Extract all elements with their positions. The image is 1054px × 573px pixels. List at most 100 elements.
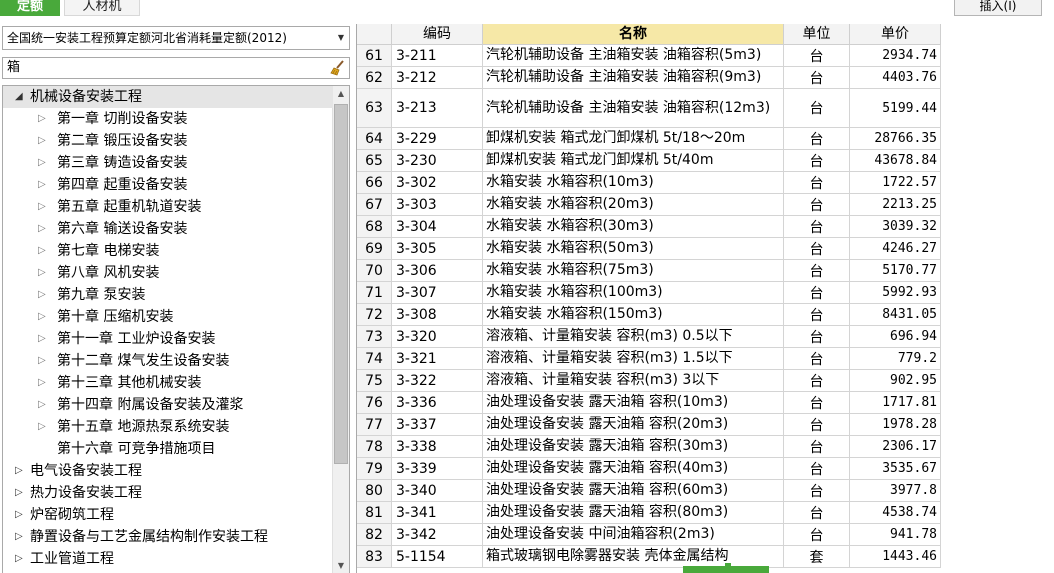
tree-item-chapter[interactable]: ▷ 第九章 泵安装 <box>3 284 333 306</box>
name-cell-text: 油处理设备安装 露天油箱 容积(80m3) <box>486 504 729 520</box>
table-row[interactable]: 74 3-321 溶液箱、计量箱安装 容积(m3) 1.5以下 台 779.2 <box>357 348 941 370</box>
collapsed-arrow-icon[interactable]: ▷ <box>38 108 46 130</box>
broom-clear-icon[interactable] <box>330 60 346 76</box>
dropdown-arrow-icon[interactable]: ▼ <box>335 27 347 49</box>
tree-item-chapter[interactable]: ▷ 第三章 铸造设备安装 <box>3 152 333 174</box>
table-row[interactable]: 73 3-320 溶液箱、计量箱安装 容积(m3) 0.5以下 台 696.94 <box>357 326 941 348</box>
table-row[interactable]: 69 3-305 水箱安装 水箱容积(50m3) 台 4246.27 <box>357 238 941 260</box>
horizontal-scroll-indicator[interactable] <box>683 566 769 573</box>
collapsed-arrow-icon[interactable]: ▷ <box>38 196 46 218</box>
table-row[interactable]: 61 3-211 汽轮机辅助设备 主油箱安装 油箱容积(5m3) 台 2934.74 <box>357 45 941 67</box>
table-row[interactable]: 71 3-307 水箱安装 水箱容积(100m3) 台 5992.93 <box>357 282 941 304</box>
tree-item-chapter[interactable]: ▷ 第十章 压缩机安装 <box>3 306 333 328</box>
code-cell: 3-306 <box>392 260 483 282</box>
collapsed-arrow-icon[interactable]: ▷ <box>15 482 23 504</box>
price-cell: 2213.25 <box>850 194 941 216</box>
unit-cell-text: 套 <box>809 549 824 566</box>
table-row[interactable]: 80 3-340 油处理设备安装 露天油箱 容积(60m3) 台 3977.8 <box>357 480 941 502</box>
collapsed-arrow-icon[interactable]: ▷ <box>38 372 46 394</box>
tree-item-chapter[interactable]: ▷ 第十三章 其他机械安装 <box>3 372 333 394</box>
insert-button[interactable]: 插入(I) <box>954 0 1042 16</box>
table-row[interactable]: 82 3-342 油处理设备安装 中间油箱容积(2m3) 台 941.78 <box>357 524 941 546</box>
column-header-price[interactable]: 单价 <box>850 24 941 45</box>
table-row[interactable]: 62 3-212 汽轮机辅助设备 主油箱安装 油箱容积(9m3) 台 4403.76 <box>357 67 941 89</box>
tree-item-chapter[interactable]: ▷ 第六章 输送设备安装 <box>3 218 333 240</box>
row-number-cell-text: 81 <box>365 504 383 521</box>
table-row[interactable]: 75 3-322 溶液箱、计量箱安装 容积(m3) 3以下 台 902.95 <box>357 370 941 392</box>
unit-cell-text: 台 <box>809 417 824 434</box>
table-row[interactable]: 68 3-304 水箱安装 水箱容积(30m3) 台 3039.32 <box>357 216 941 238</box>
table-row[interactable]: 78 3-338 油处理设备安装 露天油箱 容积(30m3) 台 2306.17 <box>357 436 941 458</box>
collapsed-arrow-icon[interactable]: ▷ <box>38 394 46 416</box>
tree-item-chapter[interactable]: ▷ 第四章 起重设备安装 <box>3 174 333 196</box>
scroll-up-icon[interactable]: ▲ <box>333 86 349 102</box>
tree-item-chapter[interactable]: ▷ 第十一章 工业炉设备安装 <box>3 328 333 350</box>
collapsed-arrow-icon[interactable]: ▷ <box>38 306 46 328</box>
tree-item-chapter[interactable]: ▷ 第五章 起重机轨道安装 <box>3 196 333 218</box>
collapsed-arrow-icon[interactable]: ▷ <box>38 328 46 350</box>
table-row[interactable]: 79 3-339 油处理设备安装 露天油箱 容积(40m3) 台 3535.67 <box>357 458 941 480</box>
table-row[interactable]: 83 5-1154 箱式玻璃钢电除雾器安装 壳体金属结构 套 1443.46 <box>357 546 941 568</box>
tree-item-chapter[interactable]: ▷ 第十五章 地源热泵系统安装 <box>3 416 333 438</box>
collapsed-arrow-icon[interactable]: ▷ <box>38 262 46 284</box>
tree-item-volume[interactable]: ▷ 电气设备安装工程 <box>3 460 333 482</box>
table-row[interactable]: 81 3-341 油处理设备安装 露天油箱 容积(80m3) 台 4538.74 <box>357 502 941 524</box>
tree-item-volume[interactable]: ▷ 炉窑砌筑工程 <box>3 504 333 526</box>
collapsed-arrow-icon[interactable]: ▷ <box>38 130 46 152</box>
table-row[interactable]: 63 3-213 汽轮机辅助设备 主油箱安装 油箱容积(12m3) 台 5199.44 <box>357 89 941 128</box>
table-row[interactable]: 76 3-336 油处理设备安装 露天油箱 容积(10m3) 台 1717.81 <box>357 392 941 414</box>
name-cell: 汽轮机辅助设备 主油箱安装 油箱容积(9m3) <box>483 67 784 89</box>
tree-item-chapter[interactable]: 第十六章 可竞争措施项目 <box>3 438 333 460</box>
table-row[interactable]: 64 3-229 卸煤机安装 箱式龙门卸煤机 5t/18～20m 台 28766.35 <box>357 128 941 150</box>
tree-item-volume[interactable]: ▷ 热力设备安装工程 <box>3 482 333 504</box>
tree-item-chapter[interactable]: ▷ 第十二章 煤气发生设备安装 <box>3 350 333 372</box>
row-number-cell-text: 80 <box>365 482 383 499</box>
tree-item-chapter[interactable]: ▷ 第一章 切削设备安装 <box>3 108 333 130</box>
tree-item-volume[interactable]: ◢ 机械设备安装工程 <box>3 86 333 108</box>
price-cell-text: 1978.28 <box>882 417 937 432</box>
scroll-down-icon[interactable]: ▼ <box>333 558 349 573</box>
tree-item-chapter[interactable]: ▷ 第二章 锻压设备安装 <box>3 130 333 152</box>
collapsed-arrow-icon[interactable]: ▷ <box>38 416 46 438</box>
quota-library-select[interactable]: 全国统一安装工程预算定额河北省消耗量定额(2012) ▼ <box>2 26 350 50</box>
table-row[interactable]: 72 3-308 水箱安装 水箱容积(150m3) 台 8431.05 <box>357 304 941 326</box>
collapsed-arrow-icon[interactable]: ▷ <box>38 174 46 196</box>
table-row[interactable]: 67 3-303 水箱安装 水箱容积(20m3) 台 2213.25 <box>357 194 941 216</box>
column-header-unit[interactable]: 单位 <box>784 24 850 45</box>
collapsed-arrow-icon[interactable]: ▷ <box>15 504 23 526</box>
expanded-arrow-icon[interactable]: ◢ <box>15 86 23 108</box>
collapsed-arrow-icon[interactable]: ▷ <box>38 240 46 262</box>
table-row[interactable]: 66 3-302 水箱安装 水箱容积(10m3) 台 1722.57 <box>357 172 941 194</box>
search-input[interactable]: 箱 <box>2 57 350 79</box>
collapsed-arrow-icon[interactable]: ▷ <box>38 152 46 174</box>
price-cell-text: 696.94 <box>890 329 937 344</box>
row-number-cell: 74 <box>357 348 392 370</box>
tab-labor-material-machine[interactable]: 人材机 <box>64 0 140 16</box>
collapsed-arrow-icon[interactable]: ▷ <box>15 548 23 570</box>
tree-item-chapter[interactable]: ▷ 第十四章 附属设备安装及灌浆 <box>3 394 333 416</box>
code-cell: 3-341 <box>392 502 483 524</box>
collapsed-arrow-icon[interactable]: ▷ <box>15 460 23 482</box>
price-cell: 902.95 <box>850 370 941 392</box>
tree-item-volume[interactable]: ▷ 静置设备与工艺金属结构制作安装工程 <box>3 526 333 548</box>
column-header-code[interactable]: 编码 <box>392 24 483 45</box>
tree-item-chapter[interactable]: ▷ 第八章 风机安装 <box>3 262 333 284</box>
row-number-cell: 82 <box>357 524 392 546</box>
table-row[interactable]: 65 3-230 卸煤机安装 箱式龙门卸煤机 5t/40m 台 43678.84 <box>357 150 941 172</box>
collapsed-arrow-icon[interactable]: ▷ <box>38 218 46 240</box>
tree-item-volume[interactable]: ▷ 工业管道工程 <box>3 548 333 570</box>
collapsed-arrow-icon[interactable]: ▷ <box>38 284 46 306</box>
table-row[interactable]: 77 3-337 油处理设备安装 露天油箱 容积(20m3) 台 1978.28 <box>357 414 941 436</box>
tree-item-label: 工业管道工程 <box>30 551 114 567</box>
tree-item-chapter[interactable]: ▷ 第七章 电梯安装 <box>3 240 333 262</box>
tab-quota[interactable]: 定额 <box>0 0 60 16</box>
tree-scrollbar[interactable]: ▲ ▼ <box>332 86 349 573</box>
column-header-name[interactable]: 名称 <box>483 24 784 45</box>
row-number-cell: 68 <box>357 216 392 238</box>
collapsed-arrow-icon[interactable]: ▷ <box>38 350 46 372</box>
collapsed-arrow-icon[interactable]: ▷ <box>15 526 23 548</box>
unit-cell: 台 <box>784 238 850 260</box>
scrollbar-thumb[interactable] <box>334 104 348 464</box>
price-cell-text: 4246.27 <box>882 241 937 256</box>
table-row[interactable]: 70 3-306 水箱安装 水箱容积(75m3) 台 5170.77 <box>357 260 941 282</box>
